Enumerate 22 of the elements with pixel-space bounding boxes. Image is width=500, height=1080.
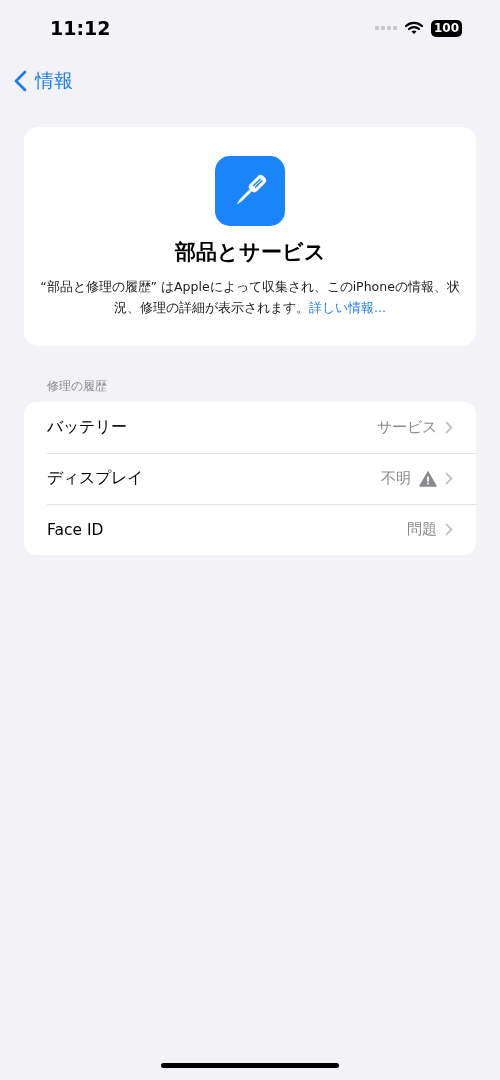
battery-level: 100 (430, 19, 462, 37)
status-time: 11:12 (50, 17, 111, 39)
row-label: Face ID (47, 520, 105, 539)
row-label: バッテリー (47, 417, 128, 438)
row-value: 問題 (407, 520, 437, 539)
learn-more-link[interactable]: 詳しい情報... (309, 300, 386, 315)
list-row[interactable]: ディスプレイ 不明 (24, 453, 476, 504)
wifi-icon (404, 21, 423, 35)
row-value: 不明 (381, 469, 411, 488)
page-title: 部品とサービス (174, 239, 326, 266)
chevron-right-icon (445, 421, 453, 434)
list-row[interactable]: バッテリー サービス (24, 402, 476, 453)
cellular-signal-icon (374, 26, 397, 30)
list-row[interactable]: Face ID 問題 (24, 504, 476, 555)
row-value: サービス (377, 418, 437, 437)
chevron-right-icon (445, 472, 453, 485)
description-text: “部品と修理の履歴” はAppleによって収集され、このiPhoneの情報、状況、修理の詳細が表示されます。詳しい情報... (39, 278, 461, 317)
section-header: 修理の履歴 (46, 379, 108, 395)
chevron-right-icon (445, 523, 453, 536)
chevron-left-icon (14, 70, 27, 92)
back-button[interactable]: 情報 (14, 68, 73, 94)
row-label: ディスプレイ (47, 468, 144, 489)
